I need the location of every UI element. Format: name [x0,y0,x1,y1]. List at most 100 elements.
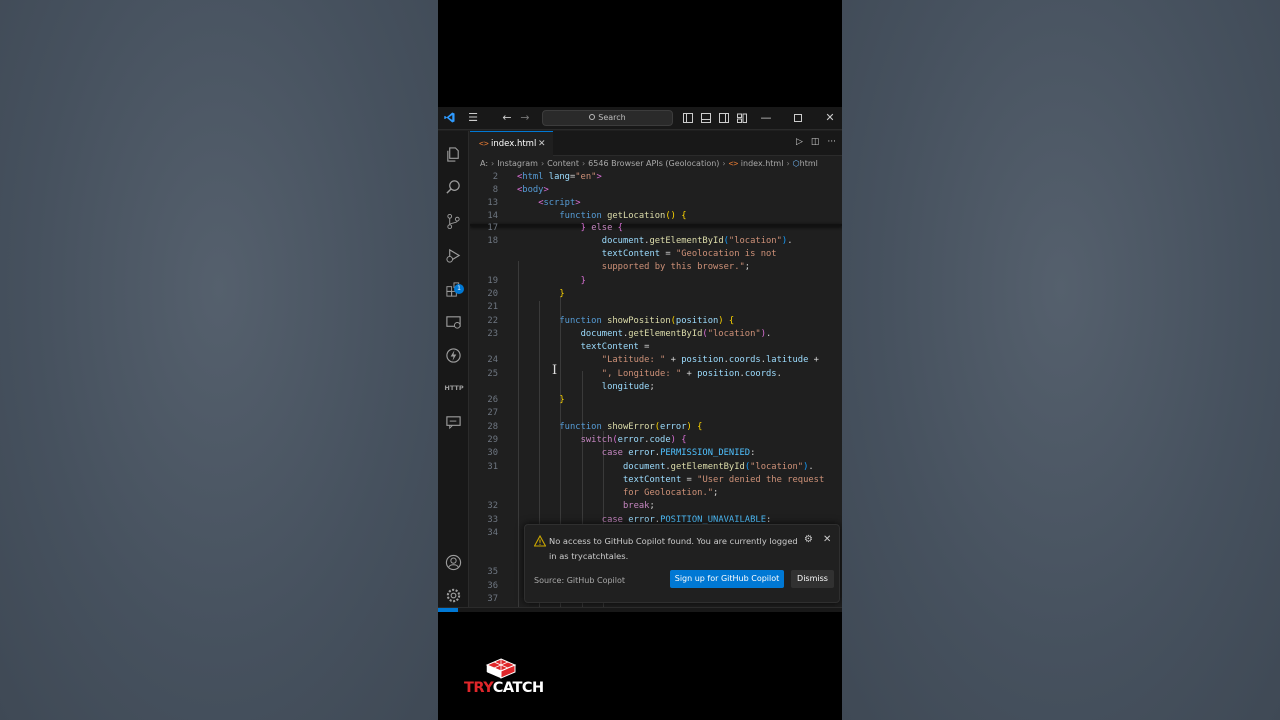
run-icon[interactable]: ▷ [796,137,803,147]
toggle-secondary-sidebar-icon[interactable] [718,111,730,125]
code-line[interactable]: 24 "Latitude: " + position.coords.latitud… [470,354,842,367]
code-text: break; [623,501,655,511]
source-control-icon[interactable] [445,213,462,230]
tab-close-icon[interactable]: ✕ [538,132,546,156]
code-line[interactable]: 26} [470,394,842,407]
manage-gear-icon[interactable] [445,587,462,604]
video-frame: ☰ ← → Search — ✕ 1 HTTP <> index.html ✕ … [438,0,842,720]
logo-wordmark: TRYCATCH [464,680,544,696]
lightning-icon[interactable] [445,347,462,364]
code-line[interactable]: 13 <script> [470,197,842,210]
search-sidebar-icon[interactable] [445,179,462,196]
line-number: 31 [487,462,498,472]
line-number: 21 [487,302,498,312]
code-line[interactable]: 22 function showPosition(position) { [470,315,842,328]
line-number: 17 [487,223,498,233]
breadcrumb-drive[interactable]: A: [480,159,488,168]
toggle-panel-icon[interactable] [700,111,712,125]
line-number: 23 [487,329,498,339]
editor-actions: ▷ ◫ ··· [788,137,836,147]
maximize-icon[interactable] [792,111,804,125]
breadcrumb-folder-project[interactable]: 6546 Browser APIs (Geolocation) [588,159,719,168]
sign-up-copilot-button[interactable]: Sign up for GitHub Copilot [670,570,784,588]
split-editor-icon[interactable]: ◫ [811,137,820,147]
line-number: 2 [492,172,498,182]
code-line[interactable]: longitude; [470,381,842,394]
remote-indicator[interactable] [438,608,458,612]
code-line[interactable]: 8 <body> [470,184,842,197]
code-line[interactable]: 19} [470,275,842,288]
code-line[interactable]: 25 ", Longitude: " + position.coords. [470,368,842,381]
line-number: 19 [487,276,498,286]
menu-icon[interactable]: ☰ [466,111,480,125]
code-line[interactable]: supported by this browser."; [470,261,842,274]
code-line[interactable]: 27 [470,407,842,420]
code-line[interactable]: textContent = [470,341,842,354]
http-client-icon[interactable]: HTTP [442,384,466,392]
code-text: } [580,276,586,286]
code-text: textContent = "Geolocation is not [601,249,777,259]
chevron-right-icon: › [786,159,790,168]
line-number: 37 [487,594,498,604]
chevron-right-icon: › [581,159,586,168]
code-line[interactable]: 31 document.getElementById("location"). [470,461,842,474]
breadcrumb-file[interactable]: index.html [741,159,784,168]
run-debug-icon[interactable] [445,247,462,264]
notification-close-icon[interactable]: ✕ [823,534,831,545]
more-actions-icon[interactable]: ··· [827,137,836,147]
code-text: for Geolocation."; [623,488,719,498]
code-line[interactable]: 23 document.getElementById("location"). [470,328,842,341]
line-number: 13 [487,198,498,208]
code-line[interactable]: 20} [470,288,842,301]
forward-arrow-icon[interactable]: → [518,111,532,125]
command-center-search[interactable]: Search [542,110,673,126]
breadcrumb: A: › Instagram › Content › 6546 Browser APIs (… [470,157,842,170]
code-line[interactable]: 29 switch(error.code) { [470,434,842,447]
toggle-primary-sidebar-icon[interactable] [682,111,694,125]
code-text: function showError(error) { [559,422,703,432]
account-icon[interactable] [445,554,462,571]
code-line[interactable]: 30 case error.PERMISSION_DENIED: [470,447,842,460]
symbol-cube-icon: ⬡ [792,159,800,168]
line-number: 22 [487,316,498,326]
chat-icon[interactable] [445,414,462,431]
logo-try-text: TRY [464,680,493,696]
back-arrow-icon[interactable]: ← [500,111,514,125]
search-icon [589,114,596,120]
breadcrumb-folder-content[interactable]: Content [547,159,579,168]
background-right [842,0,1280,720]
extensions-badge: 1 [454,284,464,294]
chevron-right-icon: › [491,159,495,168]
logo-catch-text: CATCH [492,680,544,696]
html-file-icon: <> [728,159,739,168]
tab-index-html[interactable]: <> index.html ✕ [470,131,553,156]
code-text: document.getElementById("location"). [601,236,793,246]
code-line[interactable]: 18 document.getElementById("location"). [470,235,842,248]
dismiss-button[interactable]: Dismiss [791,570,834,588]
code-text: <script> [538,198,581,208]
explorer-icon[interactable] [445,146,462,163]
code-line[interactable]: textContent = "Geolocation is not [470,248,842,261]
code-line[interactable]: 32 break; [470,500,842,513]
html-file-icon: <> [479,139,489,148]
code-text: "Latitude: " + position.coords.latitude … [601,355,819,365]
minimize-icon[interactable]: — [760,111,772,125]
breadcrumb-folder-instagram[interactable]: Instagram [497,159,538,168]
background-left [0,0,438,720]
line-number: 34 [487,528,498,538]
search-label: Search [598,113,626,122]
breadcrumb-symbol-html[interactable]: html [800,159,818,168]
code-line[interactable]: 2 <html lang="en"> [470,171,842,184]
code-line[interactable]: for Geolocation."; [470,487,842,500]
code-text: <body> [517,185,549,195]
code-text: function showPosition(position) { [559,316,735,326]
code-line[interactable]: 21 [470,301,842,314]
remote-explorer-icon[interactable] [445,314,462,331]
code-line[interactable]: 17} else { [470,222,842,235]
close-window-icon[interactable]: ✕ [824,111,836,125]
code-line[interactable]: textContent = "User denied the request [470,474,842,487]
notification-settings-gear-icon[interactable]: ⚙ [804,534,813,545]
customize-layout-icon[interactable] [736,111,748,125]
code-line[interactable]: 28 function showError(error) { [470,421,842,434]
code-text: } [559,395,565,405]
